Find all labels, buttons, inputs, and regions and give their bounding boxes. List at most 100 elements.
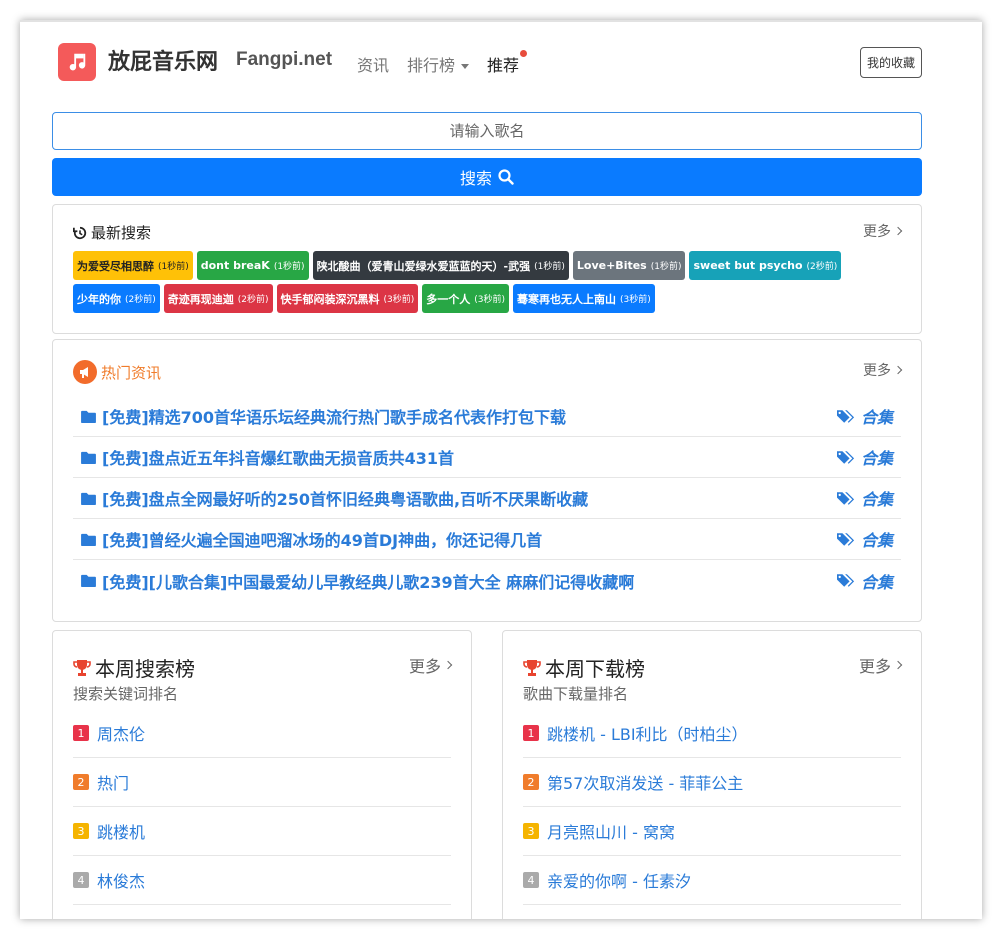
weekly-download-more-link[interactable]: 更多	[858, 653, 903, 677]
weekly-search-title-text: 本周搜索榜	[95, 657, 195, 681]
weekly-search-more-link[interactable]: 更多	[408, 653, 453, 677]
news-link[interactable]: [免费]精选700首华语乐坛经典流行热门歌手成名代表作打包下载	[81, 404, 566, 428]
search-tag-time: (2秒前)	[237, 295, 269, 305]
search-tag-time: (3秒前)	[474, 295, 505, 305]
rank-number: 2	[73, 774, 89, 790]
rank-item[interactable]: 3 月亮照山川 - 窝窝	[523, 807, 901, 856]
news-link-text: [免费]盘点全网最好听的250首怀旧经典粤语歌曲,百听不厌果断收藏	[102, 490, 589, 509]
rank-item[interactable]: 1 周杰伦	[73, 709, 451, 758]
weekly-download-title-text: 本周下载榜	[545, 657, 645, 681]
news-link-text: [免费]精选700首华语乐坛经典流行热门歌手成名代表作打包下载	[102, 408, 567, 427]
rank-text: 亲爱的你啊 - 任素汐	[547, 872, 691, 891]
search-tag[interactable]: 快手郁闷装深沉黑料 (3秒前)	[276, 284, 419, 313]
tags-icon	[836, 450, 855, 464]
news-link-text: [免费]盘点近五年抖音爆红歌曲无损音质共431首	[102, 449, 455, 468]
news-tag-text: 合集	[860, 531, 893, 550]
nav-recommend-label: 推荐	[487, 56, 520, 75]
weekly-search-card: 本周搜索榜 更多 搜索关键词排名 1 周杰伦 2 热门 3 跳楼机 4 林俊杰	[52, 630, 472, 919]
music-note-icon	[69, 53, 86, 71]
nav-rankings[interactable]: 排行榜	[407, 52, 470, 76]
weekly-download-card: 本周下载榜 更多 歌曲下载量排名 1 跳楼机 - LBI利比（时柏尘） 2 第57次…	[502, 630, 922, 919]
weekly-download-subtitle: 歌曲下载量排名	[523, 685, 629, 703]
hot-news-title-text: 热门资讯	[101, 363, 162, 382]
search-icon	[498, 169, 514, 185]
nav-rankings-label: 排行榜	[407, 56, 456, 75]
search-button[interactable]: 搜索	[52, 158, 922, 196]
rank-text: 周杰伦	[97, 725, 146, 744]
search-tag-text: Love+Bites	[576, 259, 647, 272]
recent-search-title-text: 最新搜索	[91, 224, 152, 242]
hot-news-card: 热门资讯 更多 [免费]精选700首华语乐坛经典流行热门歌手成名代表作打包下载 …	[52, 339, 922, 622]
nav-recommend[interactable]: 推荐	[487, 50, 528, 76]
news-tag[interactable]: 合集	[836, 486, 893, 510]
search-tag[interactable]: 为爱受尽相思醉 (1秒前)	[73, 251, 193, 280]
search-tag-text: 多一个人	[426, 292, 471, 306]
weekly-search-more-label: 更多	[408, 657, 441, 676]
notification-dot	[520, 50, 528, 57]
recent-search-title: 最新搜索	[73, 222, 151, 243]
rank-text: 林俊杰	[97, 872, 146, 891]
site-domain[interactable]: Fangpi.net	[236, 49, 332, 71]
news-tag-text: 合集	[860, 449, 893, 468]
rank-number: 3	[523, 823, 539, 839]
weekly-download-more-label: 更多	[858, 657, 891, 676]
main-nav: 资讯 排行榜 推荐	[357, 50, 528, 76]
site-name[interactable]: 放屁音乐网	[108, 44, 218, 76]
news-more-link[interactable]: 更多	[863, 360, 903, 380]
rank-item[interactable]: 4 亲爱的你啊 - 任素汐	[523, 856, 901, 905]
folder-icon	[81, 574, 96, 587]
rank-number: 1	[523, 725, 539, 741]
recent-more-link[interactable]: 更多	[863, 221, 903, 241]
news-link[interactable]: [免费][儿歌合集]中国最爱幼儿早教经典儿歌239首大全 麻麻们记得收藏啊	[81, 569, 634, 593]
rank-item[interactable]: 3 跳楼机	[73, 807, 451, 856]
rank-item[interactable]: 2 热门	[73, 758, 451, 807]
recent-more-label: 更多	[863, 224, 891, 240]
search-tag[interactable]: Love+Bites (1秒前)	[572, 251, 686, 280]
weekly-search-title: 本周搜索榜	[73, 653, 195, 682]
page-container: 放屁音乐网 Fangpi.net 资讯 排行榜 推荐 我的收藏 搜索 最新搜索 …	[52, 22, 922, 919]
search-tag[interactable]: dont breaK (1秒前)	[196, 251, 309, 280]
search-tag-text: 蓦寒再也无人上南山	[517, 292, 616, 306]
folder-icon	[81, 410, 96, 423]
search-tag-time: (1秒前)	[158, 262, 189, 272]
news-tag-text: 合集	[860, 490, 893, 509]
search-tag-text: 快手郁闷装深沉黑料	[280, 292, 380, 306]
rank-text: 跳楼机	[97, 823, 146, 842]
news-more-label: 更多	[863, 363, 891, 379]
search-tag[interactable]: 奇迹再现迪迦 (2秒前)	[163, 284, 273, 313]
news-tag[interactable]: 合集	[836, 569, 893, 593]
rank-item[interactable]: 1 跳楼机 - LBI利比（时柏尘）	[523, 709, 901, 758]
search-input[interactable]	[52, 112, 922, 150]
news-item: [免费]精选700首华语乐坛经典流行热门歌手成名代表作打包下载 合集	[73, 396, 901, 437]
news-link[interactable]: [免费]盘点全网最好听的250首怀旧经典粤语歌曲,百听不厌果断收藏	[81, 486, 588, 510]
rank-text: 第57次取消发送 - 菲菲公主	[547, 774, 744, 793]
news-item: [免费]盘点近五年抖音爆红歌曲无损音质共431首 合集	[73, 437, 901, 478]
news-link-text: [免费]曾经火遍全国迪吧溜冰场的49首DJ神曲，你还记得几首	[102, 531, 543, 550]
favorites-button[interactable]: 我的收藏	[859, 47, 922, 78]
search-button-label: 搜索	[459, 171, 492, 188]
news-tag-text: 合集	[860, 572, 893, 592]
nav-news-label: 资讯	[357, 56, 390, 75]
megaphone-icon	[73, 360, 97, 384]
weekly-download-list: 1 跳楼机 - LBI利比（时柏尘） 2 第57次取消发送 - 菲菲公主 3 月亮照山…	[523, 709, 901, 905]
search-tag[interactable]: 蓦寒再也无人上南山 (3秒前)	[513, 284, 655, 313]
nav-news[interactable]: 资讯	[357, 52, 389, 76]
search-tag[interactable]: 少年的你 (2秒前)	[73, 284, 160, 313]
news-tag[interactable]: 合集	[836, 445, 893, 469]
news-link[interactable]: [免费]盘点近五年抖音爆红歌曲无损音质共431首	[81, 445, 454, 469]
trophy-icon	[523, 659, 541, 676]
logo[interactable]	[58, 43, 96, 81]
search-tag-text: 少年的你	[77, 292, 121, 306]
news-link[interactable]: [免费]曾经火遍全国迪吧溜冰场的49首DJ神曲，你还记得几首	[81, 527, 542, 551]
browser-frame: 放屁音乐网 Fangpi.net 资讯 排行榜 推荐 我的收藏 搜索 最新搜索 …	[20, 20, 982, 919]
news-tag[interactable]: 合集	[836, 527, 893, 551]
rank-item[interactable]: 2 第57次取消发送 - 菲菲公主	[523, 758, 901, 807]
news-tag[interactable]: 合集	[836, 404, 893, 428]
rank-item[interactable]: 4 林俊杰	[73, 856, 451, 905]
search-tag[interactable]: 多一个人 (3秒前)	[422, 284, 509, 313]
search-tag[interactable]: 陕北酸曲（爱青山爱绿水爱蓝蓝的天）-武强 (1秒前)	[312, 251, 569, 280]
search-tag-time: (1秒前)	[273, 262, 305, 272]
caret-down-icon	[461, 64, 470, 69]
rank-number: 3	[73, 823, 89, 839]
search-tag[interactable]: sweet but psycho (2秒前)	[689, 251, 842, 280]
